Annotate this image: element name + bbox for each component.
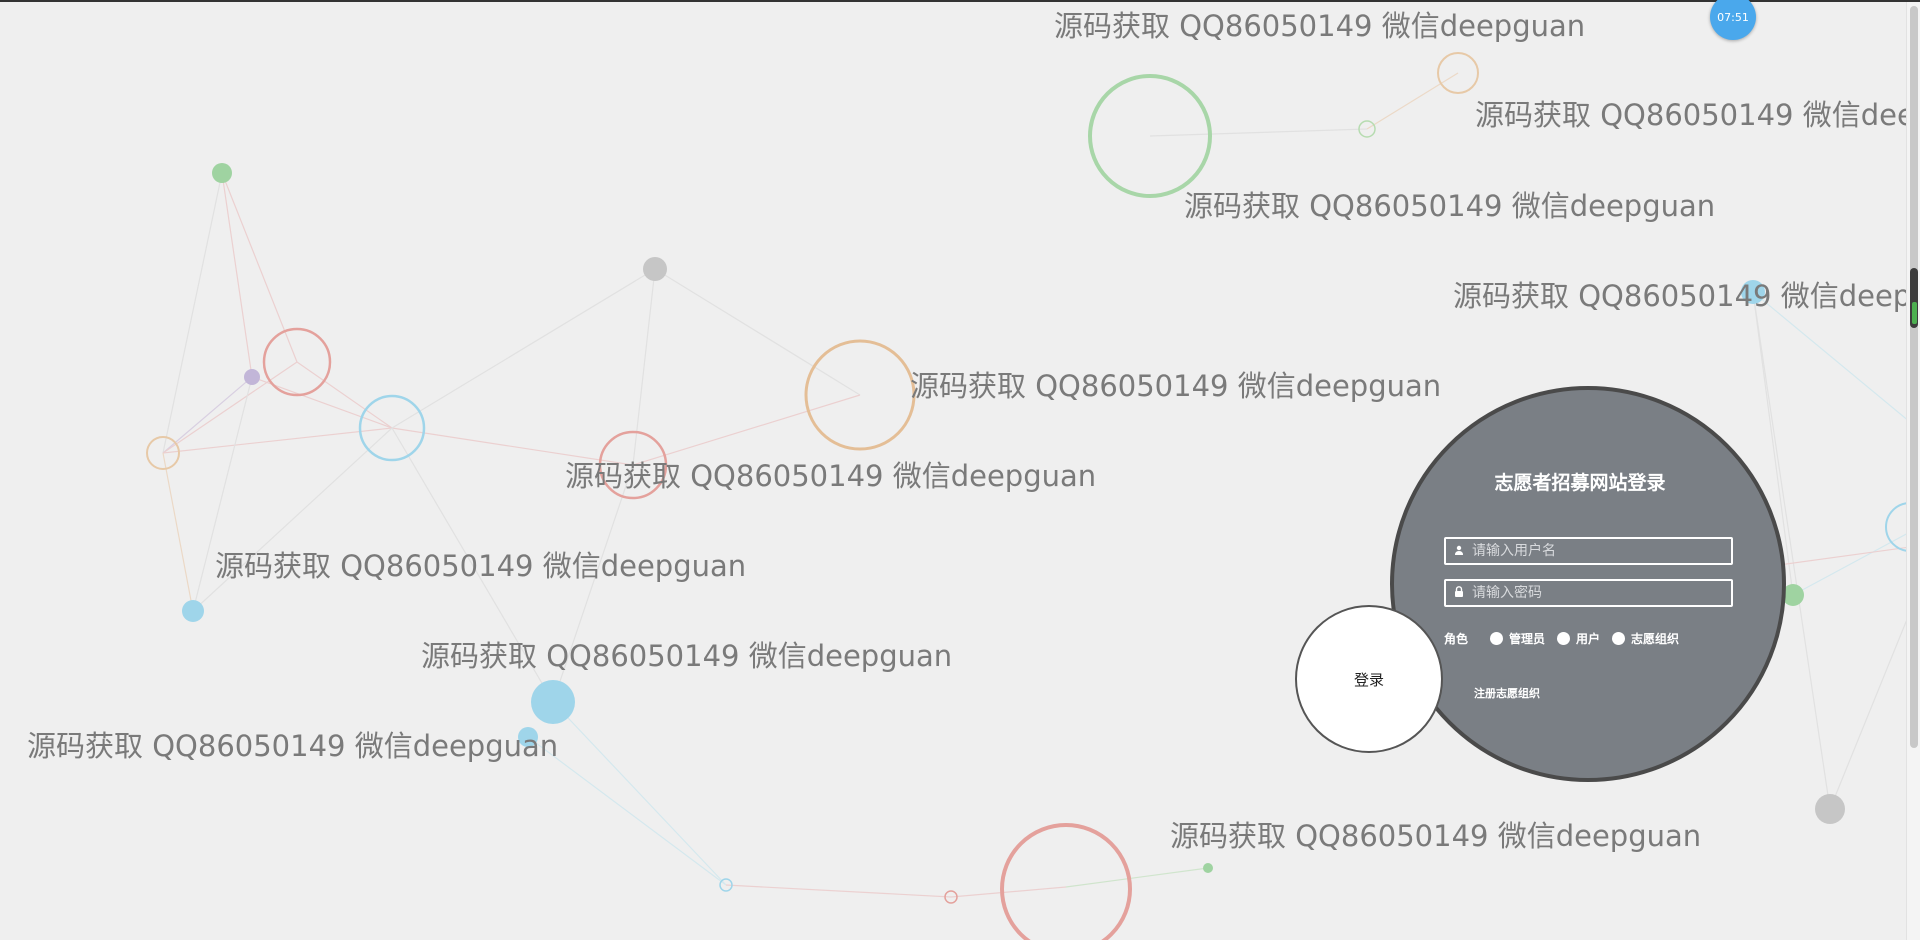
- watermark-text: 源码获取 QQ86050149 微信deepguan: [910, 369, 1442, 403]
- role-option-organization[interactable]: 志愿组织: [1612, 630, 1679, 647]
- network-node: [182, 600, 204, 622]
- password-field[interactable]: [1444, 579, 1733, 607]
- radio-button[interactable]: [1490, 632, 1504, 645]
- side-widget-accent: [1912, 302, 1917, 324]
- radio-button[interactable]: [1612, 632, 1626, 645]
- watermark-text: 源码获取 QQ86050149 微信deepguan: [1054, 9, 1586, 43]
- register-organization-link[interactable]: 注册志愿组织: [1474, 685, 1540, 701]
- role-option-label: 管理员: [1509, 632, 1546, 646]
- username-input[interactable]: [1472, 543, 1731, 559]
- network-node: [212, 163, 232, 183]
- password-input[interactable]: [1472, 585, 1731, 601]
- page-scrollbar[interactable]: [1906, 2, 1920, 940]
- network-node: [1815, 794, 1845, 824]
- watermark-text: 源码获取 QQ86050149 微信deepguan: [27, 729, 559, 763]
- watermark-text: 源码获取 QQ86050149 微信deepguan: [421, 639, 953, 673]
- role-label: 角色: [1444, 632, 1469, 646]
- scrollbar-thumb[interactable]: [1910, 6, 1918, 748]
- network-node: [1000, 823, 1132, 940]
- watermark-text: 源码获取 QQ86050149 微信deepguan: [215, 549, 747, 583]
- user-icon: [1446, 545, 1472, 558]
- network-node: [244, 369, 260, 385]
- watermark-text: 源码获取 QQ86050149 微信deepguan: [565, 459, 1097, 493]
- watermark-text: 源码获取 QQ86050149 微信deepguan: [1453, 279, 1920, 313]
- role-option-user[interactable]: 用户: [1557, 630, 1600, 647]
- login-title: 志愿者招募网站登录: [1494, 472, 1666, 494]
- lock-icon: [1446, 586, 1472, 600]
- network-node: [1203, 863, 1213, 873]
- watermark-text: 源码获取 QQ86050149 微信deepguan: [1475, 98, 1920, 132]
- login-button[interactable]: 登录: [1295, 605, 1443, 753]
- radio-button[interactable]: [1557, 632, 1571, 645]
- role-option-label: 志愿组织: [1631, 632, 1680, 646]
- network-node: [531, 680, 575, 724]
- username-field[interactable]: [1444, 537, 1733, 565]
- watermark-text: 源码获取 QQ86050149 微信deepguan: [1184, 189, 1716, 223]
- role-option-admin[interactable]: 管理员: [1490, 630, 1545, 647]
- watermark-text: 源码获取 QQ86050149 微信deepguan: [1170, 819, 1702, 853]
- role-selector: 角色 管理员 用户 志愿组织: [1444, 630, 1691, 647]
- role-option-label: 用户: [1576, 632, 1601, 646]
- network-node: [643, 257, 667, 281]
